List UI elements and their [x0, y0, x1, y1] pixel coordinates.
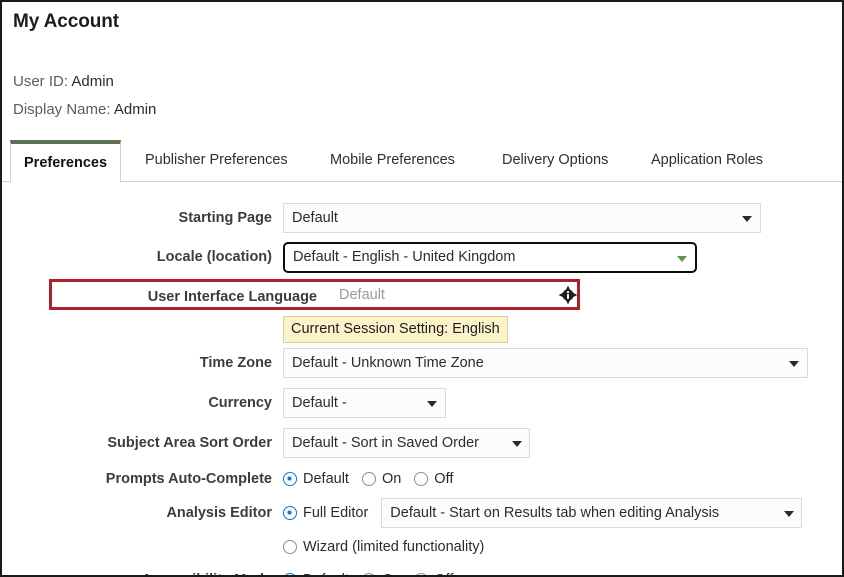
chevron-down-icon	[789, 361, 799, 367]
analysis-editor-wizard-row: Wizard (limited functionality)	[283, 532, 497, 562]
display-name-value: Admin	[113, 101, 157, 118]
accessibility-mode-radiogroup: Default On Off	[283, 565, 466, 575]
tab-mobile-preferences[interactable]: Mobile Preferences	[317, 140, 468, 181]
accessibility-mode-option-on[interactable]: On	[361, 572, 401, 575]
radio-icon[interactable]	[414, 573, 429, 575]
chevron-down-icon	[784, 511, 795, 517]
radio-icon[interactable]	[283, 472, 297, 486]
starting-page-label: Starting Page	[178, 210, 272, 226]
full-editor-label: Full Editor	[303, 505, 369, 521]
current-session-setting-tooltip: Current Session Setting: English	[283, 316, 508, 343]
subject-area-sort-order-label: Subject Area Sort Order	[107, 435, 272, 451]
accessibility-mode-option-off[interactable]: Off	[414, 572, 453, 575]
locale-value: Default - English - United Kingdom	[293, 249, 516, 265]
currency-select[interactable]: Default -	[283, 388, 446, 418]
user-id-value: Admin	[71, 73, 114, 90]
tab-preferences[interactable]: Preferences	[10, 140, 122, 183]
option-label: Default	[303, 471, 349, 487]
display-name-line: Display Name: Admin	[13, 101, 156, 118]
accessibility-mode-option-default[interactable]: Default	[283, 572, 349, 575]
user-id-label: User ID:	[13, 73, 69, 90]
prompts-auto-complete-label: Prompts Auto-Complete	[105, 471, 272, 487]
row-locale: Locale (location) Default - English - Un…	[2, 242, 842, 273]
row-analysis-editor-wizard: Wizard (limited functionality)	[2, 532, 842, 562]
locale-label: Locale (location)	[156, 249, 272, 265]
analysis-editor-label: Analysis Editor	[166, 505, 272, 521]
tab-application-roles[interactable]: Application Roles	[638, 140, 776, 181]
starting-page-value: Default	[292, 210, 338, 226]
subject-area-sort-order-control: Default - Sort in Saved Order	[283, 428, 530, 458]
radio-icon[interactable]	[283, 573, 297, 575]
locale-control: Default - English - United Kingdom	[283, 242, 697, 273]
time-zone-label: Time Zone	[199, 355, 272, 371]
radio-icon[interactable]	[414, 472, 429, 486]
tab-delivery-options[interactable]: Delivery Options	[489, 140, 621, 181]
tab-publisher-preferences[interactable]: Publisher Preferences	[132, 140, 301, 181]
info-icon[interactable]	[558, 285, 578, 305]
user-interface-language-field: Default	[339, 287, 385, 303]
chevron-down-icon	[427, 401, 437, 407]
currency-value: Default -	[292, 395, 347, 411]
row-prompts-auto-complete: Prompts Auto-Complete Default On Off	[2, 464, 842, 494]
prompts-auto-complete-option-on[interactable]: On	[361, 471, 402, 487]
my-account-page: My Account User ID: Admin Display Name: …	[0, 0, 844, 577]
subject-area-sort-order-value: Default - Sort in Saved Order	[292, 435, 479, 451]
row-time-zone: Time Zone Default - Unknown Time Zone	[2, 348, 842, 378]
row-starting-page: Starting Page Default	[2, 203, 842, 233]
user-interface-language-highlight: User Interface Language Default	[49, 279, 580, 310]
subject-area-sort-order-select[interactable]: Default - Sort in Saved Order	[283, 428, 530, 458]
chevron-down-icon	[512, 441, 522, 447]
time-zone-select[interactable]: Default - Unknown Time Zone	[283, 348, 808, 378]
prompts-auto-complete-option-off[interactable]: Off	[414, 471, 453, 487]
radio-icon[interactable]	[283, 540, 297, 554]
analysis-editor-start-tab-value: Default - Start on Results tab when edit…	[390, 505, 720, 521]
row-accessibility-mode: Accessibility Mode Default On Off	[2, 565, 842, 575]
analysis-editor-start-tab-select[interactable]: Default - Start on Results tab when edit…	[381, 498, 803, 528]
user-interface-language-label: User Interface Language	[147, 289, 317, 305]
radio-icon[interactable]	[361, 573, 376, 575]
row-subject-area-sort-order: Subject Area Sort Order Default - Sort i…	[2, 428, 842, 458]
prompts-auto-complete-radiogroup: Default On Off	[283, 464, 466, 494]
chevron-down-icon	[677, 255, 687, 262]
radio-icon[interactable]	[361, 472, 376, 486]
option-label: Off	[434, 572, 453, 575]
option-label: On	[381, 471, 402, 487]
user-id-line: User ID: Admin	[13, 73, 114, 90]
currency-control: Default -	[283, 388, 446, 418]
currency-label: Currency	[208, 395, 272, 411]
display-name-label: Display Name:	[13, 101, 111, 118]
starting-page-select[interactable]: Default	[283, 203, 761, 233]
wizard-label: Wizard (limited functionality)	[303, 539, 485, 555]
row-analysis-editor: Analysis Editor Full Editor Default - St…	[2, 498, 842, 528]
tabstrip: Preferences Publisher Preferences Mobile…	[2, 140, 842, 183]
radio-icon[interactable]	[283, 506, 297, 520]
option-label: Default	[303, 572, 349, 575]
page-title: My Account	[13, 11, 119, 32]
prompts-auto-complete-option-default[interactable]: Default	[283, 471, 349, 487]
analysis-editor-option-full-editor[interactable]: Full Editor	[283, 505, 368, 521]
row-currency: Currency Default -	[2, 388, 842, 418]
time-zone-value: Default - Unknown Time Zone	[292, 355, 484, 371]
option-label: Off	[434, 471, 454, 487]
starting-page-control: Default	[283, 203, 761, 233]
analysis-editor-option-wizard[interactable]: Wizard (limited functionality)	[283, 539, 484, 555]
option-label: On	[382, 572, 401, 575]
time-zone-control: Default - Unknown Time Zone	[283, 348, 808, 378]
accessibility-mode-label: Accessibility Mode	[2, 565, 272, 575]
chevron-down-icon	[742, 216, 752, 222]
locale-select[interactable]: Default - English - United Kingdom	[283, 242, 697, 273]
analysis-editor-full-row: Full Editor Default - Start on Results t…	[283, 498, 803, 528]
